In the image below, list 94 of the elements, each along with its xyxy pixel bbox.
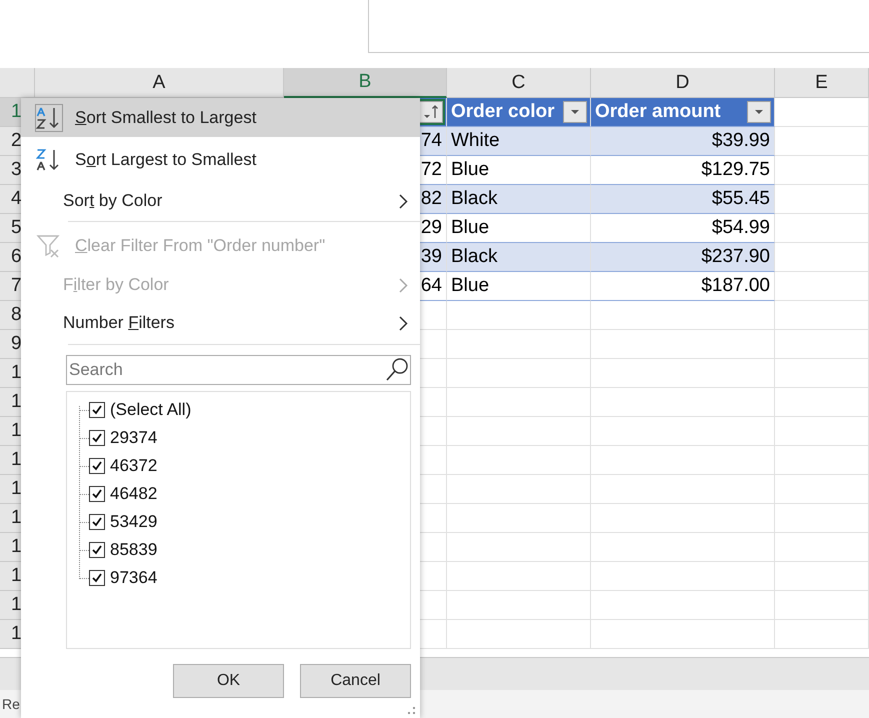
checkbox[interactable]	[89, 542, 105, 558]
menu-item[interactable]: Sort Smallest to Largest	[21, 98, 420, 137]
table-cell: $129.75	[591, 156, 775, 185]
value-label: (Select All)	[110, 400, 192, 420]
value-label: 29374	[110, 428, 158, 448]
sort-filter-icon	[422, 104, 440, 120]
table-header: Order amount	[591, 98, 775, 127]
grid-cell[interactable]	[447, 504, 591, 533]
grid-cell[interactable]	[591, 620, 775, 649]
search-icon	[385, 357, 409, 383]
table-cell: Blue	[447, 156, 591, 185]
grid-cell[interactable]	[775, 620, 869, 649]
grid-cell[interactable]	[775, 243, 869, 272]
dropdown-arrow-icon	[569, 108, 581, 116]
filter-button[interactable]	[747, 101, 771, 123]
resize-grip-icon[interactable]	[408, 707, 416, 715]
table-cell: $237.90	[591, 243, 775, 272]
grid-cell[interactable]	[591, 417, 775, 446]
grid-cell[interactable]	[447, 475, 591, 504]
column-header[interactable]: D	[591, 68, 775, 98]
checkbox[interactable]	[89, 570, 105, 586]
grid-cell[interactable]	[775, 359, 869, 388]
column-header[interactable]: C	[447, 68, 591, 98]
column-header[interactable]: E	[775, 68, 869, 98]
table-cell: Blue	[447, 272, 591, 301]
grid-cell[interactable]	[775, 127, 869, 156]
table-cell: White	[447, 127, 591, 156]
grid-cell[interactable]	[591, 359, 775, 388]
grid-cell[interactable]	[591, 562, 775, 591]
grid-cell[interactable]	[447, 562, 591, 591]
grid-cell[interactable]	[775, 446, 869, 475]
grid-cell[interactable]	[447, 591, 591, 620]
column-header[interactable]: A	[35, 68, 284, 98]
grid-cell[interactable]	[591, 533, 775, 562]
grid-cell[interactable]	[447, 301, 591, 330]
table-cell: Black	[447, 185, 591, 214]
grid-cell[interactable]	[775, 533, 869, 562]
grid-cell[interactable]	[591, 504, 775, 533]
grid-cell[interactable]	[775, 591, 869, 620]
grid-cell[interactable]	[591, 446, 775, 475]
table-cell: $187.00	[591, 272, 775, 301]
grid-cell[interactable]	[447, 330, 591, 359]
sort-ascending-icon	[35, 104, 63, 132]
grid-cell[interactable]	[591, 301, 775, 330]
checkbox[interactable]	[89, 458, 105, 474]
grid-cell[interactable]	[591, 475, 775, 504]
value-label: 46482	[110, 484, 158, 504]
grid-cell[interactable]	[447, 388, 591, 417]
checkbox[interactable]	[89, 430, 105, 446]
grid-cell[interactable]	[775, 388, 869, 417]
grid-cell[interactable]	[591, 591, 775, 620]
select-all-corner[interactable]	[0, 68, 35, 98]
search-field[interactable]: Search	[66, 355, 411, 385]
grid-cell[interactable]	[447, 417, 591, 446]
grid-cell[interactable]	[775, 272, 869, 301]
grid-cell[interactable]	[775, 330, 869, 359]
grid-cell[interactable]	[775, 156, 869, 185]
grid-cell[interactable]	[775, 185, 869, 214]
status-text: Re	[2, 696, 20, 712]
column-header[interactable]: B	[284, 68, 447, 98]
grid-cell[interactable]	[591, 388, 775, 417]
grid-cell[interactable]	[447, 446, 591, 475]
grid-cell[interactable]	[775, 562, 869, 591]
ok-button[interactable]: OK	[173, 664, 284, 698]
value-label: 53429	[110, 512, 158, 532]
checkbox[interactable]	[89, 514, 105, 530]
table-cell: Black	[447, 243, 591, 272]
table-cell: $39.99	[591, 127, 775, 156]
dropdown-arrow-icon	[753, 108, 765, 116]
checkbox[interactable]	[89, 486, 105, 502]
grid-cell[interactable]	[591, 330, 775, 359]
value-label: 97364	[110, 568, 158, 588]
value-label: 46372	[110, 456, 158, 476]
grid-cell[interactable]	[447, 533, 591, 562]
filter-button[interactable]	[419, 101, 443, 123]
filter-button[interactable]	[563, 101, 587, 123]
grid-cell[interactable]	[775, 417, 869, 446]
grid-cell[interactable]	[775, 475, 869, 504]
table-cell: Blue	[447, 214, 591, 243]
grid-cell[interactable]	[775, 98, 869, 127]
chevron-right-icon	[399, 194, 408, 208]
table-header: Order color	[447, 98, 591, 127]
chevron-right-icon	[399, 316, 408, 330]
grid-cell[interactable]	[447, 620, 591, 649]
grid-cell[interactable]	[775, 214, 869, 243]
table-cell: $55.45	[591, 185, 775, 214]
chevron-right-icon	[399, 278, 408, 292]
grid-cell[interactable]	[447, 359, 591, 388]
cancel-button[interactable]: Cancel	[300, 664, 411, 698]
grid-cell[interactable]	[775, 301, 869, 330]
table-cell: $54.99	[591, 214, 775, 243]
value-label: 85839	[110, 540, 158, 560]
checkbox[interactable]	[89, 402, 105, 418]
grid-cell[interactable]	[775, 504, 869, 533]
